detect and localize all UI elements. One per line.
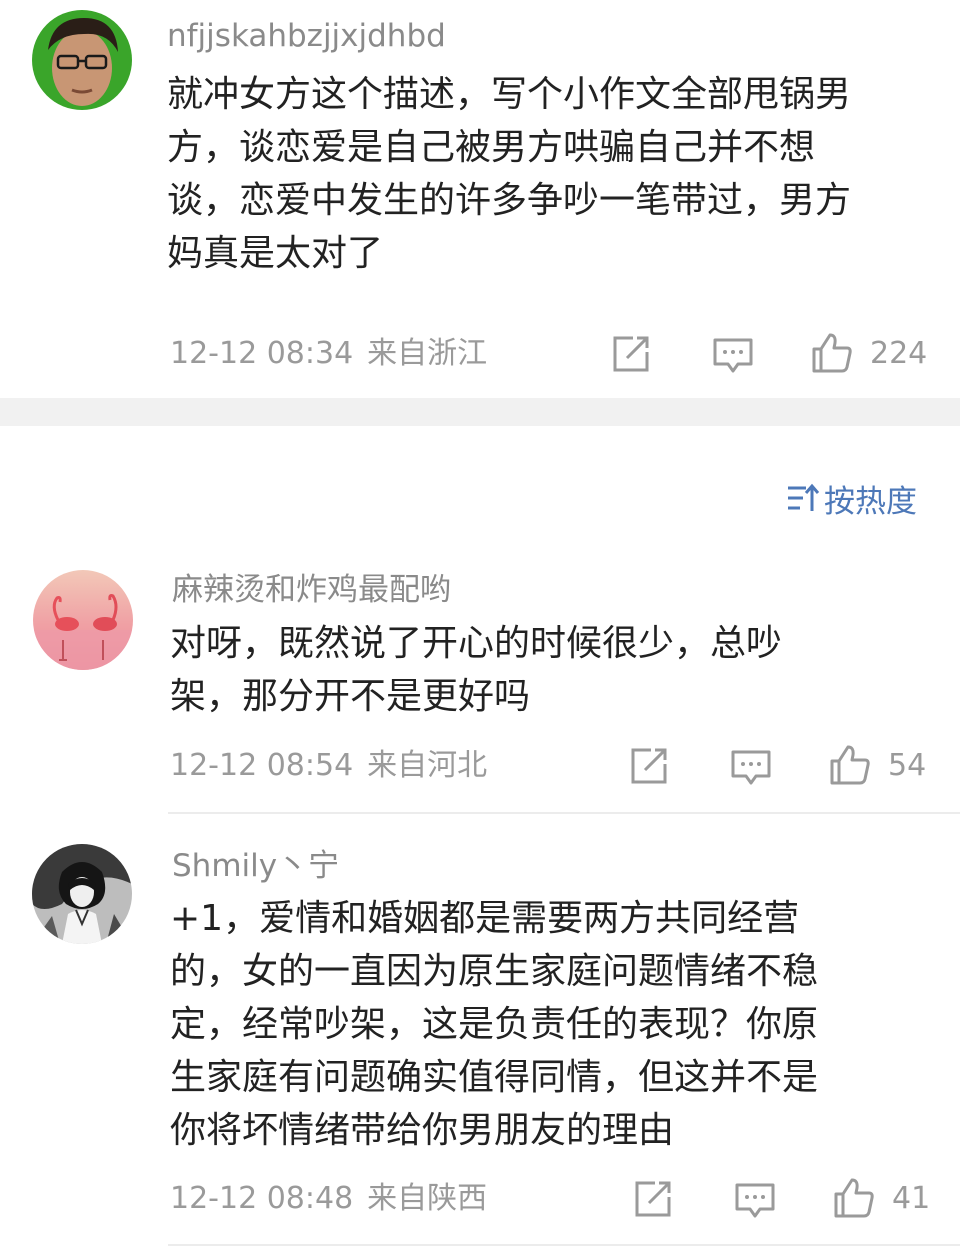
share-icon (613, 336, 649, 372)
comment-location: 来自浙江 (367, 336, 488, 371)
comment-text-line: 架，那分开不是更好吗 (170, 676, 531, 717)
comment-text-line: +1，爱情和婚姻都是需要两方共同经营 (170, 898, 800, 939)
share-button[interactable] (609, 332, 653, 376)
comment-location: 来自陕西 (367, 1181, 488, 1216)
like-button[interactable] (828, 743, 872, 787)
comment-text-line: 方，谈恋爱是自己被男方哄骗自己并不想 (167, 127, 816, 168)
like-icon (830, 745, 870, 785)
comment-text: 就冲女方这个描述，写个小作文全部甩锅男 方，谈恋爱是自己被男方哄骗自己并不想 谈… (167, 68, 937, 280)
comment-text-line: 定，经常吵架，这是负责任的表现？你原 (170, 1004, 819, 1045)
like-button[interactable] (810, 331, 854, 375)
divider (168, 812, 960, 814)
comment-icon (735, 1183, 775, 1218)
comment-username[interactable]: 麻辣烫和炸鸡最配哟 (172, 570, 451, 610)
avatar[interactable] (33, 570, 133, 670)
comment-time: 12-12 08:34 (170, 336, 354, 371)
comment-text-line: 就冲女方这个描述，写个小作文全部甩锅男 (167, 74, 852, 115)
comment-time: 12-12 08:54 (170, 748, 354, 783)
like-icon (834, 1178, 874, 1218)
divider (168, 1244, 960, 1246)
like-count: 41 (892, 1181, 931, 1216)
comment-username[interactable]: Shmily丶宁 (172, 846, 339, 886)
comment-text-line: 妈真是太对了 (167, 233, 384, 274)
avatar[interactable] (32, 10, 132, 110)
sort-label: 按热度 (824, 483, 917, 520)
comment-text-line: 的，女的一直因为原生家庭问题情绪不稳 (170, 951, 819, 992)
comment-text-line: 你将坏情绪带给你男朋友的理由 (170, 1110, 675, 1151)
comment-icon (713, 338, 753, 373)
comment-icon (731, 750, 771, 785)
like-count: 54 (888, 748, 927, 783)
comment-location: 来自河北 (367, 748, 488, 783)
comment-meta: 12-12 08:48 来自陕西 (170, 1179, 487, 1219)
comment-text-line: 对呀，既然说了开心的时候很少，总吵 (170, 623, 783, 664)
share-button[interactable] (631, 1177, 675, 1221)
comment-meta: 12-12 08:54 来自河北 (170, 746, 487, 786)
comment-time: 12-12 08:48 (170, 1181, 354, 1216)
like-button[interactable] (832, 1176, 876, 1220)
comment-username[interactable]: nfjjskahbzjjxjdhbd (167, 16, 446, 56)
like-icon (812, 333, 852, 373)
comment-button[interactable] (729, 746, 773, 790)
sort-icon (788, 483, 820, 511)
comment-text: 对呀，既然说了开心的时候很少，总吵 架，那分开不是更好吗 (170, 617, 940, 723)
like-count: 224 (870, 336, 928, 371)
comment-button[interactable] (711, 334, 755, 378)
comment-button[interactable] (733, 1179, 777, 1223)
share-button[interactable] (627, 744, 671, 788)
share-icon (631, 748, 667, 784)
comment-text-line: 谈，恋爱中发生的许多争吵一笔带过，男方 (167, 180, 852, 221)
avatar[interactable] (32, 844, 132, 944)
sort-button[interactable]: 按热度 (786, 476, 917, 520)
section-gap (0, 398, 960, 426)
comment-meta: 12-12 08:34 来自浙江 (170, 334, 487, 374)
comment-text: +1，爱情和婚姻都是需要两方共同经营 的，女的一直因为原生家庭问题情绪不稳 定，… (170, 892, 940, 1157)
share-icon (635, 1181, 671, 1217)
comment-text-line: 生家庭有问题确实值得同情，但这并不是 (170, 1057, 819, 1098)
